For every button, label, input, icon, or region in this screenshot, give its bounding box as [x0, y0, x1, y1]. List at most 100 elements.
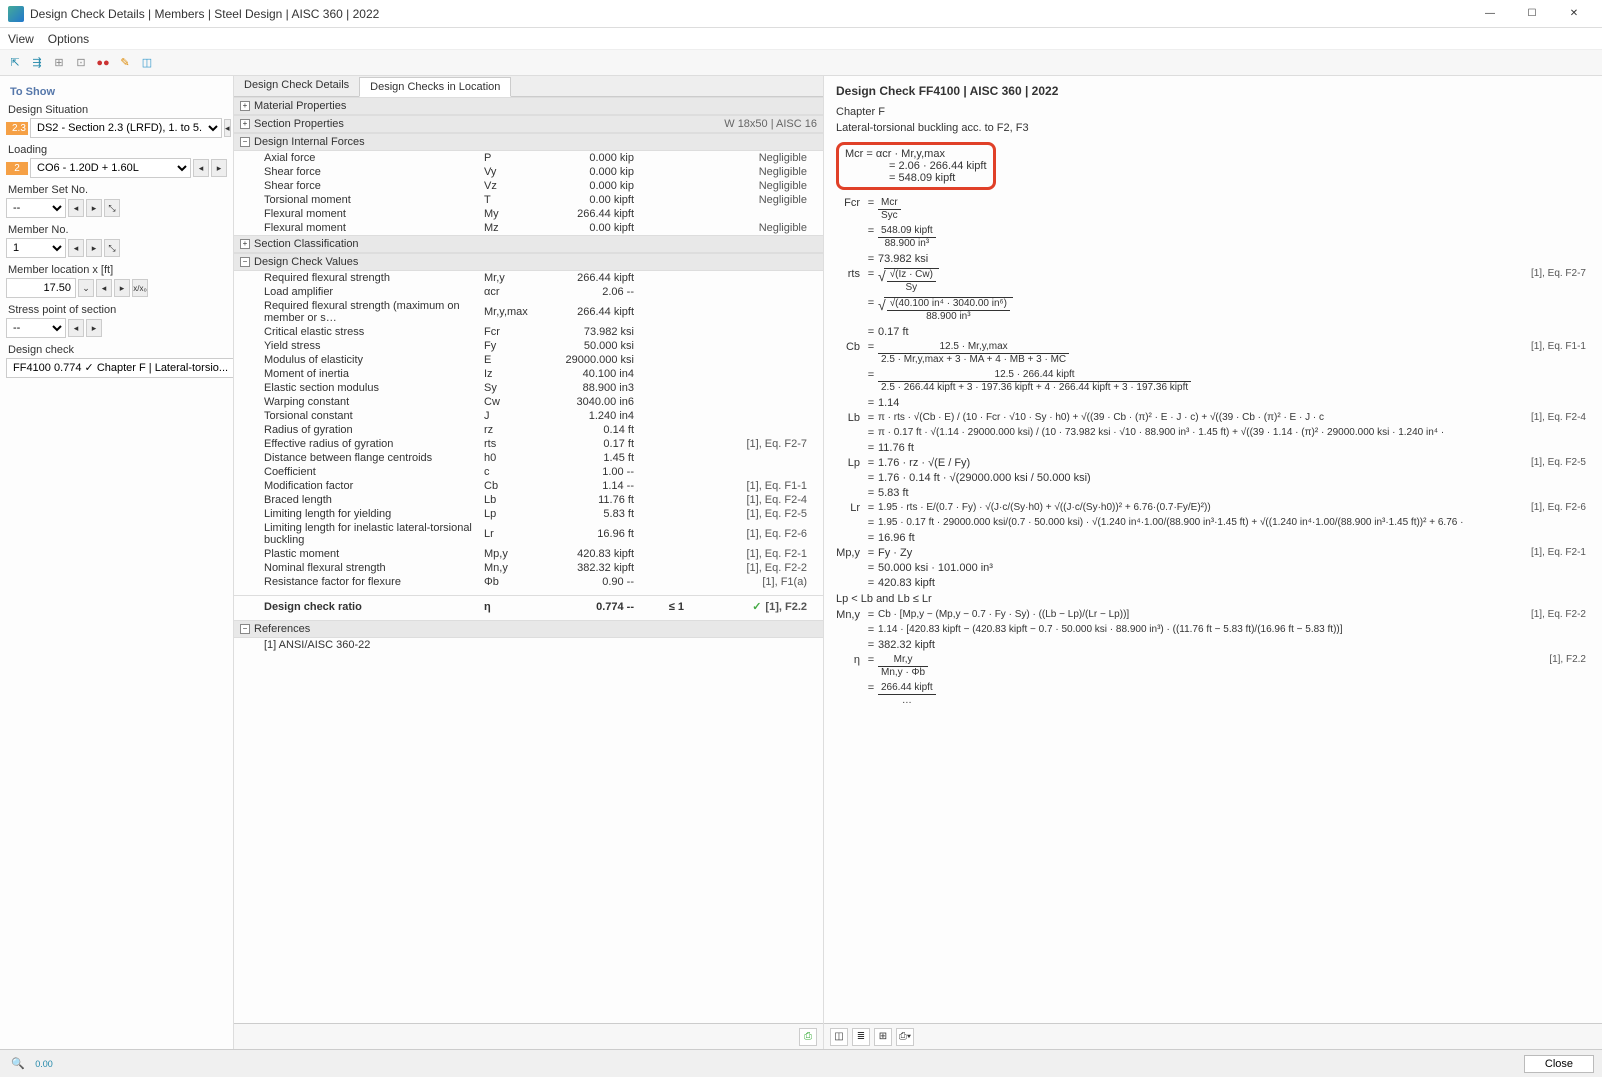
- force-row: Torsional momentT0.00 kipftNegligible: [234, 193, 823, 207]
- dcv-row: Elastic section modulusSy88.900 in3: [234, 381, 823, 395]
- center-footer: ⎙: [234, 1023, 823, 1049]
- title-bar: Design Check Details | Members | Steel D…: [0, 0, 1602, 28]
- next-sp[interactable]: ▸: [86, 319, 102, 337]
- rp-sub: Lateral-torsional buckling acc. to F2, F…: [836, 122, 1590, 134]
- dcv-row: Yield stressFy50.000 ksi: [234, 339, 823, 353]
- sidebar: To Show Design Situation 2.3 DS2 - Secti…: [0, 76, 234, 1049]
- toolbar: ⇱ ⇶ ⊞ ⊡ ●● ✎ ◫: [0, 50, 1602, 76]
- dcv-row: Required flexural strengthMr,y266.44 kip…: [234, 271, 823, 285]
- toolbar-icon-1[interactable]: ⇱: [6, 54, 24, 72]
- force-row: Shear forceVy0.000 kipNegligible: [234, 165, 823, 179]
- group-section-classification[interactable]: +Section Classification: [234, 235, 823, 253]
- group-references[interactable]: −References: [234, 620, 823, 638]
- prev-ds[interactable]: ◂: [224, 119, 231, 137]
- next-load[interactable]: ▸: [211, 159, 227, 177]
- reference-1: [1] ANSI/AISC 360-22: [234, 638, 823, 652]
- minimize-button[interactable]: —: [1470, 3, 1510, 25]
- next-loc[interactable]: ▸: [114, 279, 130, 297]
- dcv-row: Limiting length for yieldingLp5.83 ft[1]…: [234, 507, 823, 521]
- pick-mno-icon[interactable]: ⤡: [104, 239, 120, 257]
- close-window-button[interactable]: ✕: [1554, 3, 1594, 25]
- rp-icon-2[interactable]: ≣: [852, 1028, 870, 1046]
- dcv-row: Nominal flexural strengthMn,y382.32 kipf…: [234, 561, 823, 575]
- toolbar-icon-5[interactable]: ●●: [94, 54, 112, 72]
- dcv-row: Moment of inertiaIz40.100 in4: [234, 367, 823, 381]
- select-member-set[interactable]: --: [6, 198, 66, 218]
- badge-ds: 2.3: [6, 122, 28, 135]
- toolbar-icon-2[interactable]: ⇶: [28, 54, 46, 72]
- inequality-lp-lb-lr: Lp < Lb and Lb ≤ Lr: [836, 593, 1590, 605]
- rp-chapter: Chapter F: [836, 106, 1590, 118]
- menu-bar: View Options: [0, 28, 1602, 50]
- rp-icon-1[interactable]: ◫: [830, 1028, 848, 1046]
- loc-dd[interactable]: ⌄: [78, 279, 94, 297]
- tab-design-check-details[interactable]: Design Check Details: [234, 76, 359, 96]
- dcv-row: Effective radius of gyrationrts0.17 ft[1…: [234, 437, 823, 451]
- toolbar-icon-4[interactable]: ⊡: [72, 54, 90, 72]
- select-loading[interactable]: CO6 - 1.20D + 1.60L: [30, 158, 191, 178]
- highlight-mcr: Mcr = αcr · Mr,y,max = 2.06 · 266.44 kip…: [836, 142, 996, 190]
- prev-loc[interactable]: ◂: [96, 279, 112, 297]
- precision-icon[interactable]: 0.00: [34, 1054, 54, 1074]
- rp-icon-3[interactable]: ⊞: [874, 1028, 892, 1046]
- prev-load[interactable]: ◂: [193, 159, 209, 177]
- force-row: Flexural momentMz0.00 kipftNegligible: [234, 221, 823, 235]
- dcv-row: Distance between flange centroidsh01.45 …: [234, 451, 823, 465]
- group-design-check-values[interactable]: −Design Check Values: [234, 253, 823, 271]
- toolbar-icon-7[interactable]: ◫: [138, 54, 156, 72]
- dcv-row: Required flexural strength (maximum on m…: [234, 299, 823, 325]
- dcv-row: Modulus of elasticityE29000.000 ksi: [234, 353, 823, 367]
- right-panel: Design Check FF4100 | AISC 360 | 2022 Ch…: [824, 76, 1602, 1049]
- group-internal-forces[interactable]: −Design Internal Forces: [234, 133, 823, 151]
- row-design-check-ratio: Design check ratio η 0.774 -- ≤ 1 [1], F…: [234, 595, 823, 614]
- select-design-situation[interactable]: DS2 - Section 2.3 (LRFD), 1. to 5.: [30, 118, 222, 138]
- loc-x0-icon[interactable]: x/x₀: [132, 279, 148, 297]
- menu-options[interactable]: Options: [48, 32, 89, 46]
- dcv-row: Braced lengthLb11.76 ft[1], Eq. F2-4: [234, 493, 823, 507]
- dcv-row: Load amplifierαcr2.06 --: [234, 285, 823, 299]
- label-member-no: Member No.: [8, 224, 227, 236]
- dcv-row: Torsional constantJ1.240 in4: [234, 409, 823, 423]
- label-member-set: Member Set No.: [8, 184, 227, 196]
- dcv-row: Resistance factor for flexureΦb0.90 --[1…: [234, 575, 823, 589]
- force-row: Flexural momentMy266.44 kipft: [234, 207, 823, 221]
- search-icon[interactable]: 🔍: [8, 1054, 28, 1074]
- bottom-bar: 🔍 0.00 Close: [0, 1049, 1602, 1077]
- next-mset[interactable]: ▸: [86, 199, 102, 217]
- label-stress-point: Stress point of section: [8, 304, 227, 316]
- dcv-row: Limiting length for inelastic lateral-to…: [234, 521, 823, 547]
- tab-design-checks-location[interactable]: Design Checks in Location: [359, 77, 511, 97]
- close-button[interactable]: Close: [1524, 1055, 1594, 1073]
- label-member-location: Member location x [ft]: [8, 264, 227, 276]
- prev-sp[interactable]: ◂: [68, 319, 84, 337]
- maximize-button[interactable]: ☐: [1512, 3, 1552, 25]
- select-design-check[interactable]: FF4100 0.774 ✓ Chapter F | Lateral-torsi…: [6, 358, 234, 378]
- label-loading: Loading: [8, 144, 227, 156]
- group-section-props[interactable]: +Section PropertiesW 18x50 | AISC 16: [234, 115, 823, 133]
- dcv-row: Warping constantCw3040.00 in6: [234, 395, 823, 409]
- toolbar-icon-3[interactable]: ⊞: [50, 54, 68, 72]
- force-row: Axial forceP0.000 kipNegligible: [234, 151, 823, 165]
- pick-mset-icon[interactable]: ⤡: [104, 199, 120, 217]
- prev-mno[interactable]: ◂: [68, 239, 84, 257]
- rp-icon-print[interactable]: ⎙▾: [896, 1028, 914, 1046]
- select-member-no[interactable]: 1: [6, 238, 66, 258]
- prev-mset[interactable]: ◂: [68, 199, 84, 217]
- toolbar-icon-6[interactable]: ✎: [116, 54, 134, 72]
- menu-view[interactable]: View: [8, 32, 34, 46]
- window-title: Design Check Details | Members | Steel D…: [30, 7, 379, 21]
- footer-icon-export[interactable]: ⎙: [799, 1028, 817, 1046]
- input-member-location[interactable]: [6, 278, 76, 298]
- center-tabs: Design Check Details Design Checks in Lo…: [234, 76, 823, 97]
- select-stress-point[interactable]: --: [6, 318, 66, 338]
- dcv-row: Critical elastic stressFcr73.982 ksi: [234, 325, 823, 339]
- dcv-row: Modification factorCb1.14 --[1], Eq. F1-…: [234, 479, 823, 493]
- group-material[interactable]: +Material Properties: [234, 97, 823, 115]
- force-row: Shear forceVz0.000 kipNegligible: [234, 179, 823, 193]
- dcv-row: Coefficientc1.00 --: [234, 465, 823, 479]
- next-mno[interactable]: ▸: [86, 239, 102, 257]
- label-design-situation: Design Situation: [8, 104, 227, 116]
- dcv-row: Radius of gyrationrz0.14 ft: [234, 423, 823, 437]
- rp-title: Design Check FF4100 | AISC 360 | 2022: [836, 84, 1590, 98]
- app-icon: [8, 6, 24, 22]
